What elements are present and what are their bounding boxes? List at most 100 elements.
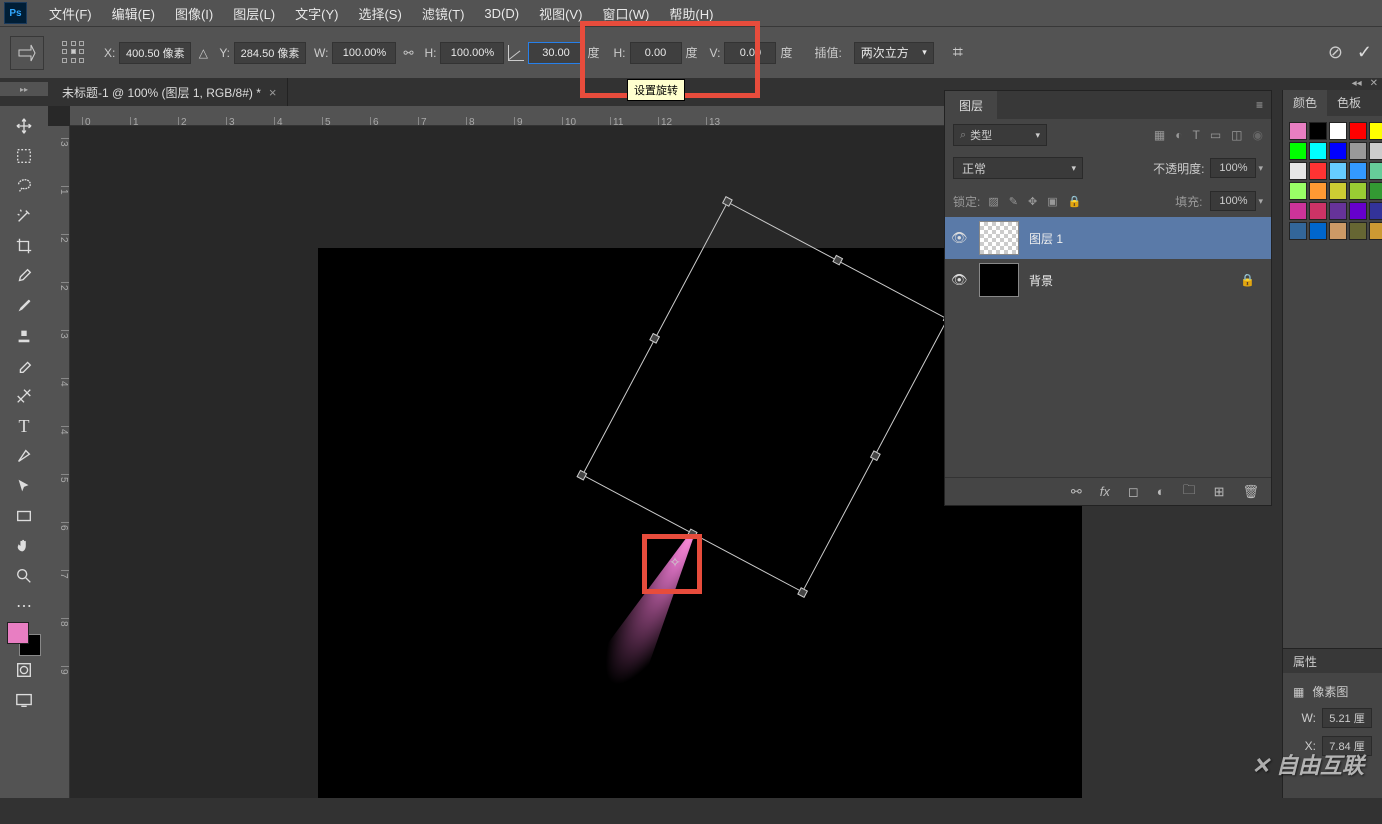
swatch-color[interactable]	[1349, 122, 1367, 140]
lasso-tool[interactable]	[8, 172, 40, 200]
filter-pixel-icon[interactable]: ▦	[1154, 128, 1165, 142]
filter-type-icon[interactable]: T	[1192, 128, 1199, 142]
tab-color[interactable]: 颜色	[1283, 90, 1327, 116]
menu-type[interactable]: 文字(Y)	[285, 0, 348, 27]
x-input[interactable]	[119, 42, 191, 64]
swatch-color[interactable]	[1289, 162, 1307, 180]
canvas-area[interactable]	[48, 106, 1082, 798]
ruler-horizontal[interactable]: 0 1 2 3 4 5 6 7 8 9 10 11 12 13	[70, 106, 1082, 126]
swatch-color[interactable]	[1289, 122, 1307, 140]
color-swatches[interactable]	[7, 622, 41, 656]
layer-row[interactable]: 👁 背景 🔒	[945, 259, 1271, 301]
document-tab[interactable]: 未标题-1 @ 100% (图层 1, RGB/8#) * ×	[52, 78, 288, 106]
filter-toggle-icon[interactable]: ◉	[1253, 128, 1263, 142]
lock-position-icon[interactable]: ✥	[1028, 195, 1037, 208]
fill-input[interactable]	[1210, 191, 1256, 211]
pen-tool[interactable]	[8, 442, 40, 470]
layer-filter-select[interactable]: ⌕类型	[953, 124, 1047, 146]
magic-wand-tool[interactable]	[8, 202, 40, 230]
swatch-color[interactable]	[1369, 182, 1382, 200]
gradient-tool[interactable]	[8, 382, 40, 410]
lock-all-icon[interactable]: 🔒	[1068, 195, 1082, 208]
swatch-color[interactable]	[1309, 202, 1327, 220]
swatch-color[interactable]	[1369, 222, 1382, 240]
swatch-color[interactable]	[1329, 162, 1347, 180]
lock-transparency-icon[interactable]: ▨	[988, 195, 998, 208]
quick-mask-tool[interactable]	[8, 656, 40, 684]
swatch-color[interactable]	[1289, 142, 1307, 160]
cancel-transform-icon[interactable]: ⊘	[1328, 42, 1343, 63]
move-tool[interactable]	[8, 112, 40, 140]
menu-edit[interactable]: 编辑(E)	[102, 0, 165, 27]
swatch-color[interactable]	[1369, 142, 1382, 160]
screen-mode-tool[interactable]	[8, 686, 40, 714]
panel-menu-icon[interactable]: ≡	[1248, 98, 1271, 112]
menu-3d[interactable]: 3D(D)	[474, 2, 529, 25]
swatch-color[interactable]	[1329, 202, 1347, 220]
swatch-color[interactable]	[1329, 222, 1347, 240]
link-icon[interactable]: ⚯	[398, 43, 418, 63]
swatch-color[interactable]	[1309, 162, 1327, 180]
lock-artboard-icon[interactable]: ▣	[1047, 195, 1057, 208]
menu-window[interactable]: 窗口(W)	[592, 0, 659, 27]
swatch-color[interactable]	[1349, 222, 1367, 240]
panel-close-icon[interactable]: ✕	[1370, 78, 1378, 92]
swatch-color[interactable]	[1369, 202, 1382, 220]
swatch-color[interactable]	[1309, 182, 1327, 200]
layer-name[interactable]: 图层 1	[1029, 230, 1063, 247]
more-tools-icon[interactable]: ⋯	[8, 592, 40, 620]
lock-indicator-icon[interactable]: 🔒	[1240, 273, 1255, 287]
swatch-color[interactable]	[1349, 162, 1367, 180]
menu-help[interactable]: 帮助(H)	[659, 0, 723, 27]
layer-thumbnail[interactable]	[979, 263, 1019, 297]
menu-filter[interactable]: 滤镜(T)	[412, 0, 475, 27]
prop-w-input[interactable]	[1322, 708, 1372, 728]
visibility-icon[interactable]: 👁	[951, 272, 969, 288]
document-tab-close-icon[interactable]: ×	[269, 85, 277, 100]
adjustment-layer-icon[interactable]: ◐	[1157, 484, 1165, 499]
skew-h-input[interactable]	[630, 42, 682, 64]
swatch-color[interactable]	[1309, 222, 1327, 240]
menu-image[interactable]: 图像(I)	[165, 0, 223, 27]
swatch-color[interactable]	[1289, 182, 1307, 200]
swatch-color[interactable]	[1369, 162, 1382, 180]
swatch-color[interactable]	[1349, 202, 1367, 220]
swatch-color[interactable]	[1349, 142, 1367, 160]
filter-smart-icon[interactable]: ◫	[1231, 128, 1242, 142]
tab-properties[interactable]: 属性	[1283, 649, 1382, 673]
eraser-tool[interactable]	[8, 352, 40, 380]
menu-layer[interactable]: 图层(L)	[223, 0, 285, 27]
opacity-input[interactable]	[1210, 158, 1256, 178]
new-layer-icon[interactable]: ⊞	[1214, 484, 1225, 500]
panel-collapse-icon[interactable]: ◂◂	[1352, 78, 1362, 92]
type-tool[interactable]: T	[8, 412, 40, 440]
foreground-color-swatch[interactable]	[7, 622, 29, 644]
menu-view[interactable]: 视图(V)	[529, 0, 592, 27]
menu-file[interactable]: 文件(F)	[39, 0, 102, 27]
swatch-color[interactable]	[1309, 122, 1327, 140]
ruler-vertical[interactable]: 3 1 2 2 3 4 4 5 6 7 8 9	[48, 126, 70, 798]
y-input[interactable]	[234, 42, 306, 64]
tab-layers[interactable]: 图层	[945, 91, 997, 119]
h-input[interactable]	[440, 42, 504, 64]
warp-mode-icon[interactable]: ⌗	[948, 43, 968, 63]
lock-paint-icon[interactable]: ✎	[1009, 195, 1018, 208]
commit-transform-icon[interactable]: ✓	[1357, 42, 1372, 63]
transform-pivot-icon[interactable]: ✧	[668, 555, 682, 569]
rotation-input[interactable]	[528, 42, 583, 64]
layer-thumbnail[interactable]	[979, 221, 1019, 255]
skew-v-input[interactable]	[724, 42, 776, 64]
swatch-color[interactable]	[1289, 222, 1307, 240]
marquee-tool[interactable]	[8, 142, 40, 170]
swatch-color[interactable]	[1329, 182, 1347, 200]
path-select-tool[interactable]	[8, 472, 40, 500]
swatch-color[interactable]	[1349, 182, 1367, 200]
hand-tool[interactable]	[8, 532, 40, 560]
layer-fx-icon[interactable]: fx	[1100, 484, 1110, 499]
filter-shape-icon[interactable]: ▭	[1210, 128, 1221, 142]
tool-preset-picker[interactable]	[10, 36, 44, 70]
brush-tool[interactable]	[8, 292, 40, 320]
swatch-color[interactable]	[1289, 202, 1307, 220]
layer-mask-icon[interactable]: ◻	[1128, 484, 1139, 500]
stamp-tool[interactable]	[8, 322, 40, 350]
